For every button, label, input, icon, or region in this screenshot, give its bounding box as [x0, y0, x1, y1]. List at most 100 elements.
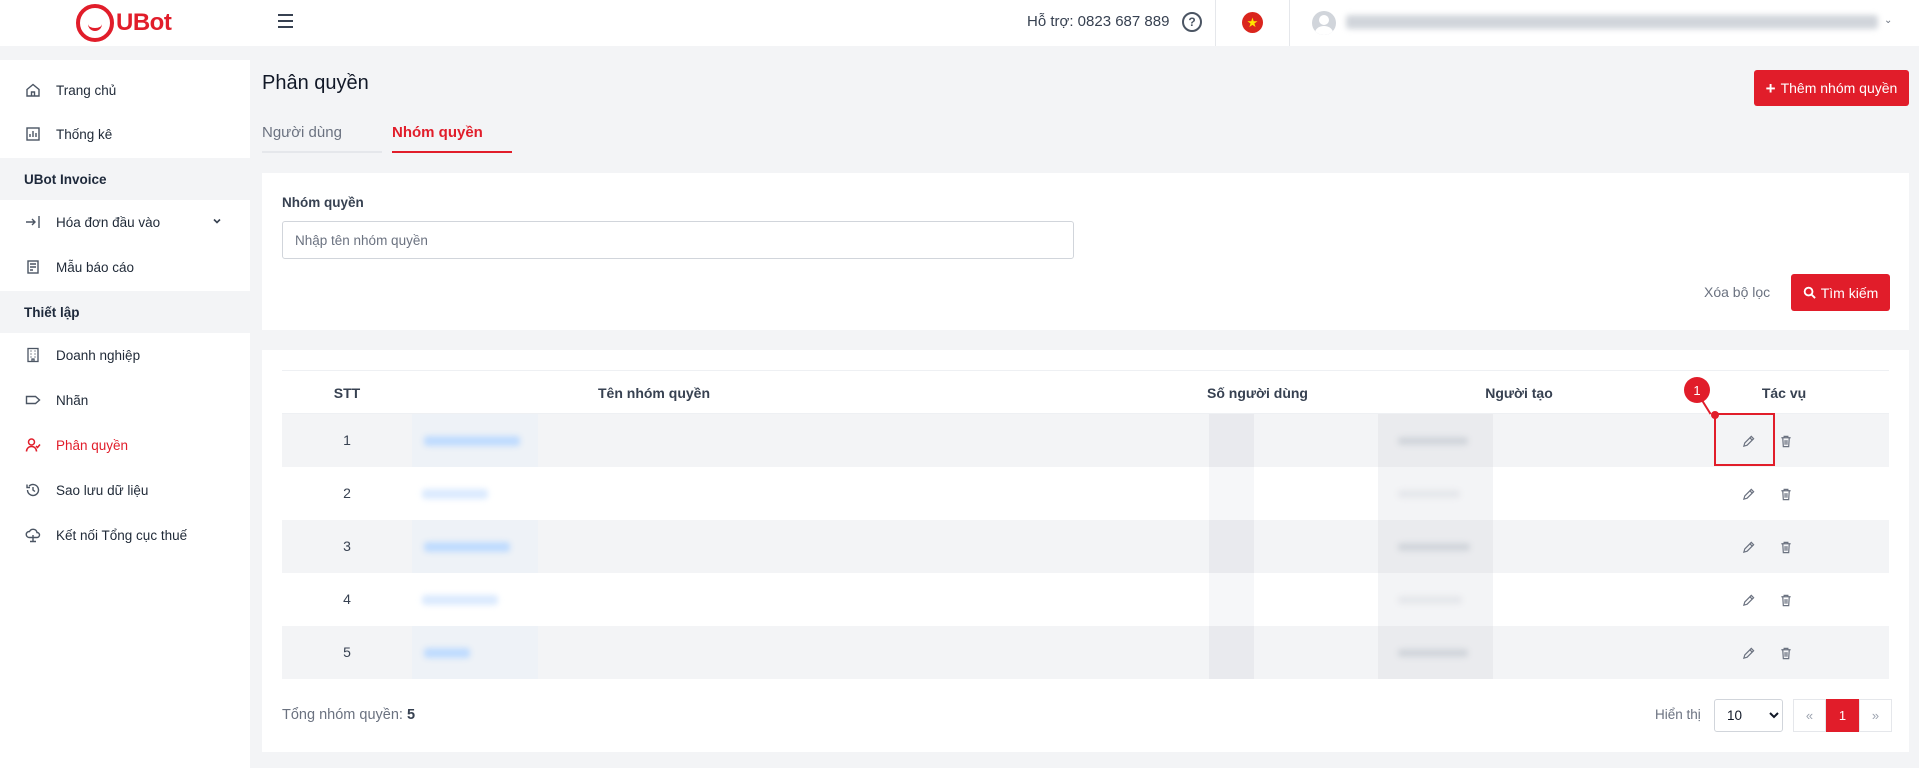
ubot-logo-text: UBot	[116, 9, 172, 36]
user-avatar[interactable]	[1312, 11, 1336, 35]
user-count-cell-redacted	[1209, 573, 1254, 626]
user-count-cell-redacted	[1209, 414, 1254, 467]
group-name-link-redacted[interactable]	[424, 436, 520, 446]
table-row: 2	[282, 467, 1889, 520]
trash-icon[interactable]	[1775, 536, 1797, 558]
sidebar-item-backup[interactable]: Sao lưu dữ liệu	[0, 468, 250, 512]
pagination-prev[interactable]: «	[1793, 699, 1826, 732]
tag-icon	[24, 391, 42, 409]
edit-icon[interactable]	[1737, 589, 1759, 611]
history-icon	[24, 481, 42, 499]
annotation-step-badge: 1	[1684, 377, 1710, 403]
group-name-link-redacted[interactable]	[422, 489, 488, 499]
search-button[interactable]: Tìm kiếm	[1791, 274, 1890, 311]
annotation-pointer-dot	[1711, 411, 1719, 419]
trash-icon[interactable]	[1775, 430, 1797, 452]
sidebar: Trang chủ Thống kê UBot Invoice Hóa đơn …	[0, 60, 250, 768]
column-header-creator: Người tạo	[1485, 385, 1553, 401]
page-size-label: Hiển thị	[1655, 707, 1701, 722]
sidebar-item-input-invoices[interactable]: Hóa đơn đầu vào	[0, 200, 250, 244]
add-button-label: Thêm nhóm quyền	[1780, 80, 1898, 96]
cloud-upload-icon	[24, 526, 42, 544]
table-row: 5	[282, 626, 1889, 679]
group-name-link-redacted[interactable]	[424, 648, 470, 658]
sidebar-section-settings: Thiết lập	[0, 291, 250, 333]
chart-icon	[24, 125, 42, 143]
column-header-actions: Tác vụ	[1761, 385, 1807, 401]
building-icon	[24, 346, 42, 364]
sidebar-item-label: Trang chủ	[56, 82, 117, 98]
group-name-link-redacted[interactable]	[424, 542, 510, 552]
plus-icon: +	[1765, 78, 1776, 98]
table-header: STT Tên nhóm quyền Số người dùng Người t…	[282, 370, 1889, 414]
row-stt: 2	[343, 485, 351, 501]
top-header: UBot Hỗ trợ: 0823 687 889 ? ★ ⌄	[0, 0, 1919, 46]
sidebar-item-label: Phân quyền	[56, 437, 129, 453]
tab-permission-groups[interactable]: Nhóm quyền	[392, 124, 512, 153]
total-value: 5	[406, 707, 416, 723]
pagination-page-current[interactable]: 1	[1826, 699, 1859, 732]
user-permission-icon	[24, 436, 42, 454]
ubot-logo[interactable]: UBot	[76, 4, 172, 42]
tab-users[interactable]: Người dùng	[262, 124, 382, 153]
total-groups: Tổng nhóm quyền: 5	[282, 707, 415, 723]
group-name-link-redacted[interactable]	[422, 595, 498, 605]
column-header-stt: STT	[333, 385, 361, 401]
row-stt: 4	[343, 591, 351, 607]
sidebar-item-tax-connection[interactable]: Kết nối Tổng cục thuế	[0, 513, 250, 557]
clear-filter-link[interactable]: Xóa bộ lọc	[1704, 284, 1770, 300]
sidebar-item-label: Thống kê	[56, 126, 113, 142]
chevron-down-icon[interactable]: ⌄	[1884, 15, 1892, 26]
support-hotline: Hỗ trợ: 0823 687 889	[1027, 13, 1170, 30]
ubot-logo-mark	[76, 4, 114, 42]
chevron-down-icon[interactable]	[212, 216, 222, 229]
sidebar-item-labels[interactable]: Nhãn	[0, 378, 250, 422]
home-icon	[24, 81, 42, 99]
user-company-name-redacted[interactable]	[1346, 15, 1878, 29]
import-icon	[24, 213, 42, 231]
hamburger-menu-icon[interactable]	[278, 14, 293, 28]
sidebar-item-report-templates[interactable]: Mẫu báo cáo	[0, 245, 250, 289]
vietnam-flag-icon[interactable]: ★	[1242, 12, 1263, 33]
header-divider	[1289, 0, 1290, 46]
help-icon[interactable]: ?	[1182, 12, 1202, 32]
trash-icon[interactable]	[1775, 483, 1797, 505]
search-button-label: Tìm kiếm	[1820, 284, 1879, 301]
sidebar-item-label: Nhãn	[56, 392, 89, 408]
table-row: 3	[282, 520, 1889, 573]
user-count-cell-redacted	[1209, 520, 1254, 573]
column-header-user-count: Số người dùng	[1207, 385, 1308, 401]
edit-icon[interactable]	[1737, 483, 1759, 505]
header-divider	[1215, 0, 1216, 46]
pagination-next[interactable]: »	[1859, 699, 1892, 732]
sidebar-item-label: Kết nối Tổng cục thuế	[56, 527, 188, 543]
annotation-highlight-box	[1714, 413, 1775, 466]
sidebar-item-label: Doanh nghiệp	[56, 347, 141, 363]
sidebar-item-home[interactable]: Trang chủ	[0, 68, 250, 112]
creator-name-redacted	[1398, 596, 1462, 604]
page-size-select[interactable]: 10	[1714, 699, 1783, 732]
report-icon	[24, 258, 42, 276]
sidebar-item-permissions[interactable]: Phân quyền	[0, 423, 250, 467]
creator-name-redacted	[1398, 437, 1468, 445]
sidebar-item-label: Hóa đơn đầu vào	[56, 214, 161, 230]
trash-icon[interactable]	[1775, 589, 1797, 611]
column-header-group-name: Tên nhóm quyền	[598, 385, 710, 401]
sidebar-item-statistics[interactable]: Thống kê	[0, 112, 250, 156]
sidebar-item-label: Mẫu báo cáo	[56, 259, 135, 275]
permission-group-search-input[interactable]	[282, 221, 1074, 259]
row-stt: 5	[343, 644, 351, 660]
creator-name-redacted	[1398, 649, 1468, 657]
row-stt: 1	[343, 432, 351, 448]
page-title: Phân quyền	[262, 72, 369, 94]
add-permission-group-button[interactable]: + Thêm nhóm quyền	[1754, 70, 1909, 106]
trash-icon[interactable]	[1775, 642, 1797, 664]
search-icon	[1803, 286, 1816, 299]
edit-icon[interactable]	[1737, 642, 1759, 664]
sidebar-item-label: Sao lưu dữ liệu	[56, 482, 149, 498]
sidebar-section-ubot-invoice: UBot Invoice	[0, 158, 250, 200]
creator-name-redacted	[1398, 490, 1460, 498]
filter-label: Nhóm quyền	[282, 195, 364, 210]
edit-icon[interactable]	[1737, 536, 1759, 558]
sidebar-item-enterprise[interactable]: Doanh nghiệp	[0, 333, 250, 377]
